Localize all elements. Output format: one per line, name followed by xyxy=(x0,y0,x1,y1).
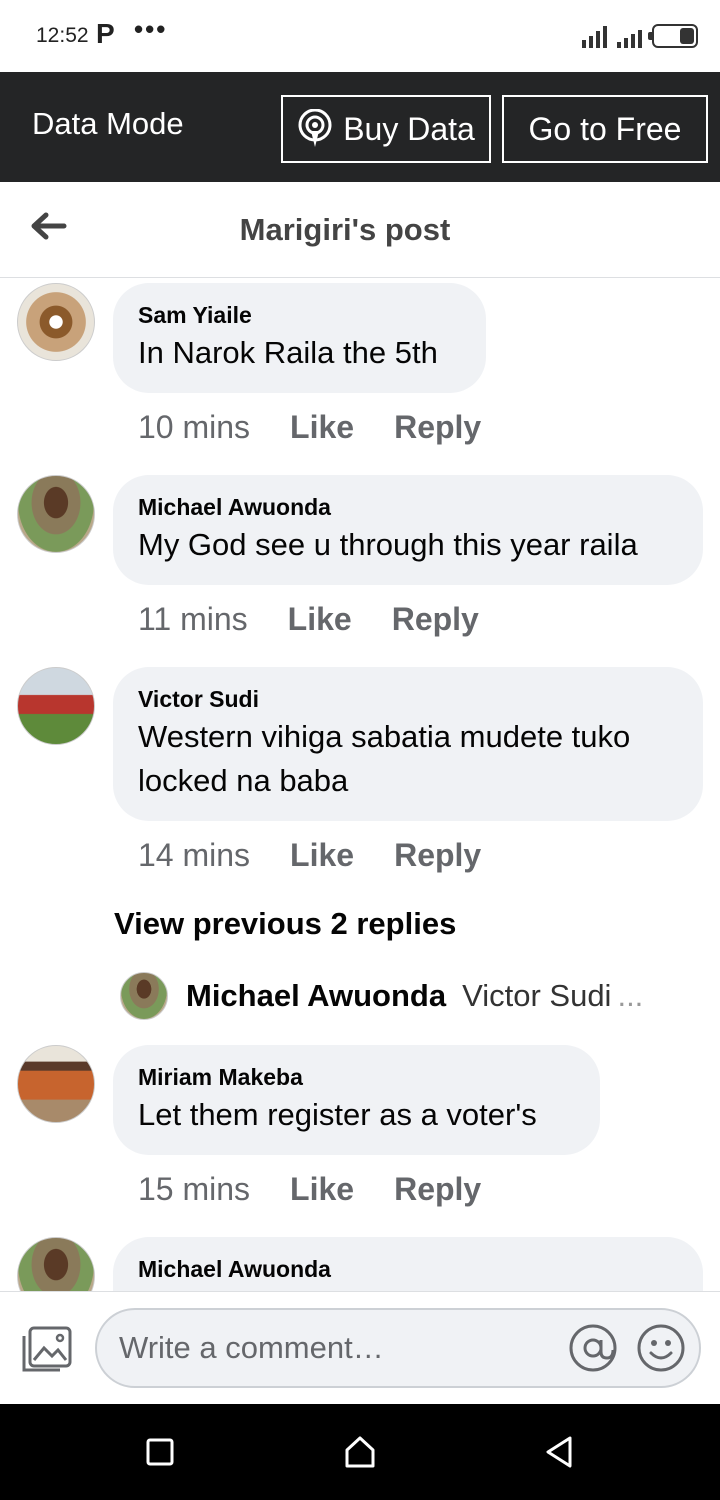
data-mode-title: Data Mode xyxy=(32,106,184,141)
app-notification-icon: P xyxy=(96,18,115,49)
comment-time: 14 mins xyxy=(138,837,251,873)
reply-avatar xyxy=(120,972,168,1020)
comment-actions: 10 mins Like Reply xyxy=(138,409,481,446)
avatar[interactable] xyxy=(17,667,95,745)
data-mode-bar: Data Mode Buy Data Go to Free xyxy=(0,72,720,182)
reply-button[interactable]: Reply xyxy=(394,1171,481,1208)
photo-icon[interactable] xyxy=(20,1324,74,1374)
comment-author[interactable]: Michael Awuonda xyxy=(138,493,677,521)
comment-bubble: Sam Yiaile In Narok Raila the 5th xyxy=(113,283,486,393)
view-previous-replies[interactable]: View previous 2 replies xyxy=(114,906,456,942)
mention-icon[interactable] xyxy=(567,1322,619,1374)
avatar[interactable] xyxy=(17,475,95,553)
buy-data-button[interactable]: Buy Data xyxy=(281,95,491,163)
comment-text: Western vihiga sabatia mudete tuko locke… xyxy=(138,719,631,798)
go-to-free-button[interactable]: Go to Free xyxy=(502,95,708,163)
go-to-free-label: Go to Free xyxy=(528,110,682,147)
reply-preview[interactable]: Michael Awuonda Victor Sudi ... xyxy=(120,971,643,1021)
like-button[interactable]: Like xyxy=(288,601,352,638)
emoji-icon[interactable] xyxy=(635,1322,687,1374)
reply-snippet: Victor Sudi xyxy=(462,978,612,1013)
battery-icon xyxy=(648,24,698,48)
comment-time: 11 mins xyxy=(138,601,248,637)
more-notifications-icon: ••• xyxy=(134,14,168,44)
comment-actions: 15 mins Like Reply xyxy=(138,1171,481,1208)
comment-author[interactable]: Victor Sudi xyxy=(138,685,677,713)
status-time: 12:52 xyxy=(36,24,89,47)
comment-bubble: Michael Awuonda xyxy=(113,1237,703,1291)
comment-actions: 14 mins Like Reply xyxy=(138,837,481,874)
comment-time: 10 mins xyxy=(138,409,251,445)
broadcast-icon xyxy=(298,109,332,147)
comment-bubble: Miriam Makeba Let them register as a vot… xyxy=(113,1045,600,1155)
comment-bubble: Victor Sudi Western vihiga sabatia mudet… xyxy=(113,667,703,821)
page-title: Marigiri's post xyxy=(239,212,451,247)
comment-list: Sam Yiaile In Narok Raila the 5th 10 min… xyxy=(0,279,720,1291)
avatar[interactable] xyxy=(17,1045,95,1123)
comment-author[interactable]: Michael Awuonda xyxy=(138,1255,677,1283)
avatar[interactable] xyxy=(17,283,95,361)
like-button[interactable]: Like xyxy=(290,1171,354,1208)
status-icons xyxy=(582,22,698,48)
recents-icon[interactable] xyxy=(140,1432,180,1472)
signal-icon-2 xyxy=(617,26,642,48)
comment-author[interactable]: Sam Yiaile xyxy=(138,301,460,329)
comment-composer: Write a comment… xyxy=(0,1291,720,1404)
screen: 12:52 P ••• Data Mode Buy Data Go to Fre… xyxy=(0,0,720,1500)
comment-actions: 11 mins Like Reply xyxy=(138,601,479,638)
system-nav-bar xyxy=(0,1404,720,1500)
reply-author: Michael Awuonda xyxy=(186,978,447,1013)
comment-placeholder: Write a comment… xyxy=(119,1330,384,1365)
like-button[interactable]: Like xyxy=(290,409,354,446)
home-icon[interactable] xyxy=(340,1432,380,1472)
reply-ellipsis: ... xyxy=(617,978,644,1013)
status-bar: 12:52 P ••• xyxy=(0,0,720,72)
post-header: Marigiri's post xyxy=(0,182,720,278)
reply-button[interactable]: Reply xyxy=(392,601,479,638)
comment-input[interactable]: Write a comment… xyxy=(95,1308,701,1388)
reply-button[interactable]: Reply xyxy=(394,409,481,446)
comment-text: Let them register as a voter's xyxy=(138,1097,537,1132)
avatar[interactable] xyxy=(17,1237,95,1291)
comment-text: My God see u through this year raila xyxy=(138,527,638,562)
buy-data-label: Buy Data xyxy=(343,110,475,147)
reply-button[interactable]: Reply xyxy=(394,837,481,874)
comment-text: In Narok Raila the 5th xyxy=(138,335,438,370)
comment-author[interactable]: Miriam Makeba xyxy=(138,1063,574,1091)
like-button[interactable]: Like xyxy=(290,837,354,874)
back-icon[interactable] xyxy=(540,1432,580,1472)
signal-icon xyxy=(582,26,607,48)
comment-bubble: Michael Awuonda My God see u through thi… xyxy=(113,475,703,585)
comment-time: 15 mins xyxy=(138,1171,251,1207)
